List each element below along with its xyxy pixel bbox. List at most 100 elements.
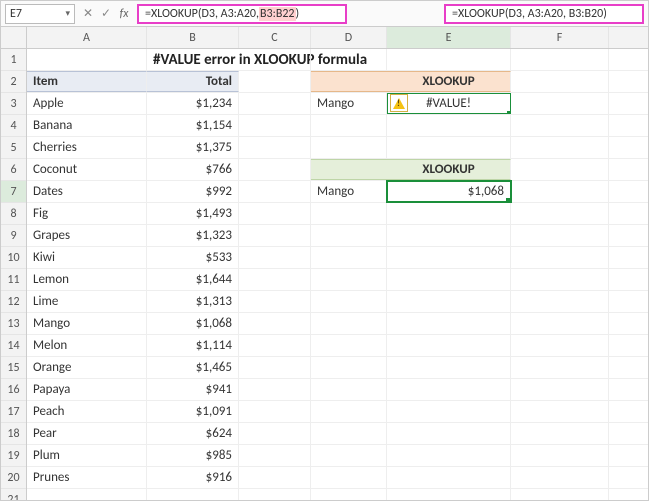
cell[interactable]	[311, 489, 387, 501]
row-header[interactable]: 10	[1, 247, 26, 269]
row-header[interactable]: 14	[1, 335, 26, 357]
fx-icon[interactable]: fx	[117, 7, 131, 21]
cell[interactable]: Cherries	[27, 137, 147, 158]
cancel-icon[interactable]: ✕	[81, 6, 95, 21]
cell[interactable]	[239, 269, 311, 290]
cell[interactable]	[239, 225, 311, 246]
cell[interactable]: $985	[147, 445, 239, 466]
cell-d3[interactable]: Mango	[311, 93, 387, 114]
cell[interactable]	[311, 247, 387, 268]
cell[interactable]	[239, 467, 311, 488]
cell[interactable]	[311, 401, 387, 422]
cell[interactable]	[511, 159, 609, 180]
cell[interactable]	[387, 313, 511, 334]
cell[interactable]: $1,323	[147, 225, 239, 246]
cell[interactable]	[239, 115, 311, 136]
cell[interactable]	[511, 181, 609, 202]
cell[interactable]: $1,234	[147, 93, 239, 114]
cell[interactable]	[387, 401, 511, 422]
cell[interactable]	[311, 335, 387, 356]
cell[interactable]	[387, 137, 511, 158]
cell[interactable]	[239, 401, 311, 422]
cell[interactable]: $1,375	[147, 137, 239, 158]
cell[interactable]	[311, 269, 387, 290]
cell[interactable]	[239, 313, 311, 334]
cell[interactable]: $1,313	[147, 291, 239, 312]
cell[interactable]: $941	[147, 379, 239, 400]
cell[interactable]	[311, 445, 387, 466]
row-header[interactable]: 3	[1, 93, 26, 115]
cell[interactable]	[311, 137, 387, 158]
row-header[interactable]: 11	[1, 269, 26, 291]
cell[interactable]	[511, 467, 609, 488]
cell[interactable]	[27, 49, 147, 70]
cell[interactable]	[27, 489, 147, 501]
select-all-corner[interactable]	[1, 27, 26, 49]
cell[interactable]	[311, 71, 387, 92]
cell[interactable]: $766	[147, 159, 239, 180]
cell[interactable]	[147, 489, 239, 501]
cell[interactable]	[511, 401, 609, 422]
row-header[interactable]: 7	[1, 181, 26, 203]
column-header[interactable]: B	[147, 27, 239, 48]
cell[interactable]: Prunes	[27, 467, 147, 488]
cell[interactable]	[387, 379, 511, 400]
header-total[interactable]: Total	[147, 71, 239, 92]
column-header[interactable]: C	[239, 27, 311, 48]
cell[interactable]	[511, 269, 609, 290]
cell[interactable]: Banana	[27, 115, 147, 136]
cell[interactable]: Grapes	[27, 225, 147, 246]
cell[interactable]	[511, 49, 609, 70]
cell[interactable]	[239, 159, 311, 180]
cell[interactable]	[387, 489, 511, 501]
cell[interactable]	[239, 357, 311, 378]
cell[interactable]	[387, 203, 511, 224]
cell[interactable]	[387, 357, 511, 378]
cell[interactable]: Coconut	[27, 159, 147, 180]
row-header[interactable]: 12	[1, 291, 26, 313]
cell[interactable]	[387, 269, 511, 290]
cell[interactable]	[387, 467, 511, 488]
column-header[interactable]: E	[387, 27, 511, 48]
row-header[interactable]: 6	[1, 159, 26, 181]
cell[interactable]: Orange	[27, 357, 147, 378]
cell[interactable]	[311, 159, 387, 180]
row-header[interactable]: 8	[1, 203, 26, 225]
cell[interactable]	[239, 379, 311, 400]
row-header[interactable]: 19	[1, 445, 26, 467]
row-header[interactable]: 16	[1, 379, 26, 401]
cell[interactable]: $1,644	[147, 269, 239, 290]
cell[interactable]: $533	[147, 247, 239, 268]
header-item[interactable]: Item	[27, 71, 147, 92]
row-header[interactable]: 20	[1, 467, 26, 489]
row-header[interactable]: 2	[1, 71, 26, 93]
cell[interactable]: Mango	[27, 313, 147, 334]
cell[interactable]: $1,154	[147, 115, 239, 136]
cell-e3[interactable]: #VALUE!	[387, 93, 511, 114]
column-header[interactable]: A	[27, 27, 147, 48]
cell[interactable]: Lemon	[27, 269, 147, 290]
cell[interactable]: Lime	[27, 291, 147, 312]
cell[interactable]: Fig	[27, 203, 147, 224]
row-header[interactable]: 5	[1, 137, 26, 159]
formula-input-right[interactable]: =XLOOKUP(D3, A3:A20, B3:B20)	[444, 4, 644, 24]
cell[interactable]: $916	[147, 467, 239, 488]
row-header[interactable]: 1	[1, 49, 26, 71]
cell[interactable]	[239, 93, 311, 114]
cell[interactable]	[511, 115, 609, 136]
header-xlookup-top[interactable]: XLOOKUP	[387, 71, 511, 92]
cell[interactable]	[239, 71, 311, 92]
cell[interactable]	[387, 423, 511, 444]
cell[interactable]	[511, 247, 609, 268]
chevron-down-icon[interactable]: ▾	[65, 8, 70, 19]
cell[interactable]: Pear	[27, 423, 147, 444]
cell[interactable]	[239, 423, 311, 444]
title-cell[interactable]: #VALUE error in XLOOKUP formula	[147, 49, 239, 70]
cell[interactable]	[511, 93, 609, 114]
cell[interactable]: $992	[147, 181, 239, 202]
cell[interactable]	[511, 291, 609, 312]
cell[interactable]	[239, 445, 311, 466]
cell[interactable]	[311, 203, 387, 224]
column-header[interactable]: D	[311, 27, 387, 48]
cell[interactable]	[511, 203, 609, 224]
